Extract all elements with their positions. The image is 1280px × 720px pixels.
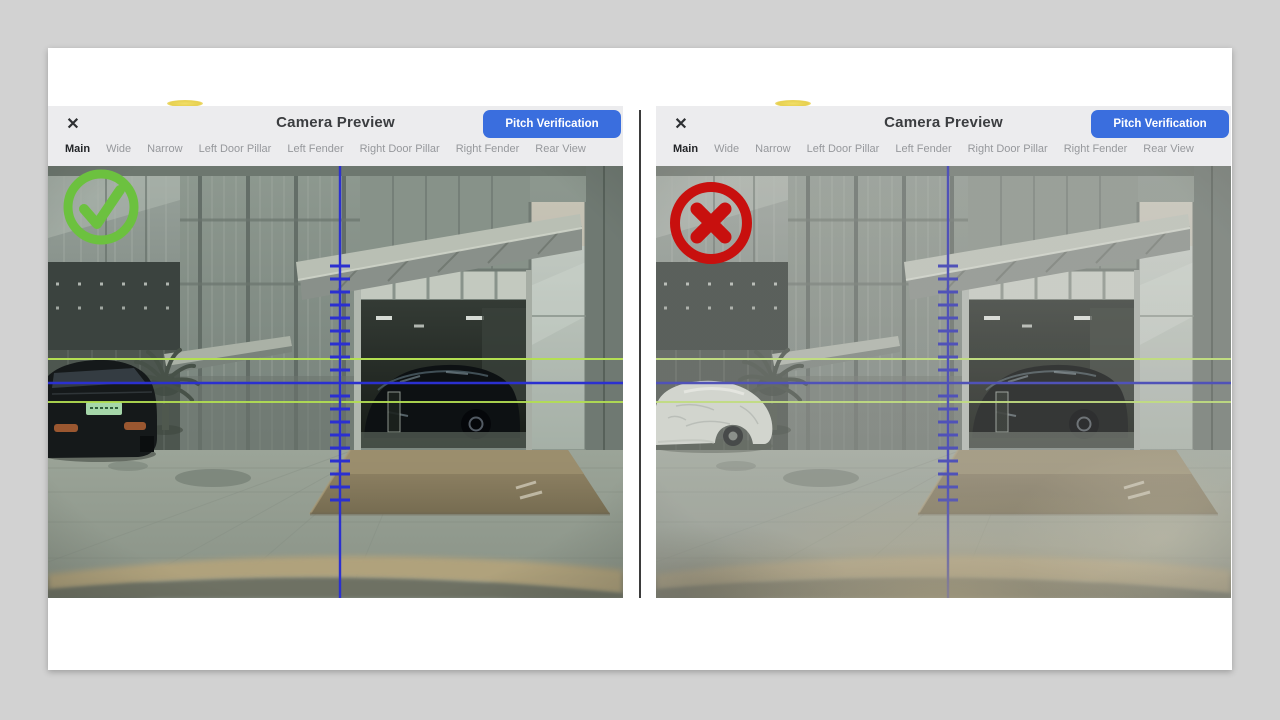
tab-wide[interactable]: Wide	[106, 143, 131, 155]
tab-narrow[interactable]: Narrow	[755, 143, 790, 155]
camera-preview-image	[48, 166, 623, 598]
comparison-slide: ✕ Camera Preview Pitch Verification Main…	[0, 0, 1280, 720]
pitch-verification-button[interactable]: Pitch Verification	[483, 110, 621, 138]
tab-right-fender[interactable]: Right Fender	[456, 143, 520, 155]
content-card: ✕ Camera Preview Pitch Verification Main…	[48, 48, 1232, 670]
panel-incorrect-example: ✕ Camera Preview Pitch Verification Main…	[656, 106, 1231, 598]
camera-preview-image	[656, 166, 1231, 598]
pitch-verification-button[interactable]: Pitch Verification	[1091, 110, 1229, 138]
tab-main[interactable]: Main	[673, 143, 698, 155]
panel-correct-example: ✕ Camera Preview Pitch Verification Main…	[48, 106, 623, 598]
camera-tabs: Main Wide Narrow Left Door Pillar Left F…	[673, 143, 1231, 155]
tab-right-door-pillar[interactable]: Right Door Pillar	[360, 143, 440, 155]
pass-check-icon	[62, 168, 140, 246]
tab-wide[interactable]: Wide	[714, 143, 739, 155]
tab-left-fender[interactable]: Left Fender	[287, 143, 343, 155]
tab-rear-view[interactable]: Rear View	[1143, 143, 1194, 155]
camera-tabs: Main Wide Narrow Left Door Pillar Left F…	[65, 143, 623, 155]
tab-left-door-pillar[interactable]: Left Door Pillar	[199, 143, 272, 155]
tab-rear-view[interactable]: Rear View	[535, 143, 586, 155]
fail-x-icon	[668, 180, 754, 266]
tab-main[interactable]: Main	[65, 143, 90, 155]
tab-narrow[interactable]: Narrow	[147, 143, 182, 155]
panel-divider	[639, 110, 641, 598]
camera-preview-header: ✕ Camera Preview Pitch Verification Main…	[48, 106, 623, 166]
camera-preview-header: ✕ Camera Preview Pitch Verification Main…	[656, 106, 1231, 166]
tab-right-fender[interactable]: Right Fender	[1064, 143, 1128, 155]
tab-right-door-pillar[interactable]: Right Door Pillar	[968, 143, 1048, 155]
tab-left-fender[interactable]: Left Fender	[895, 143, 951, 155]
tab-left-door-pillar[interactable]: Left Door Pillar	[807, 143, 880, 155]
